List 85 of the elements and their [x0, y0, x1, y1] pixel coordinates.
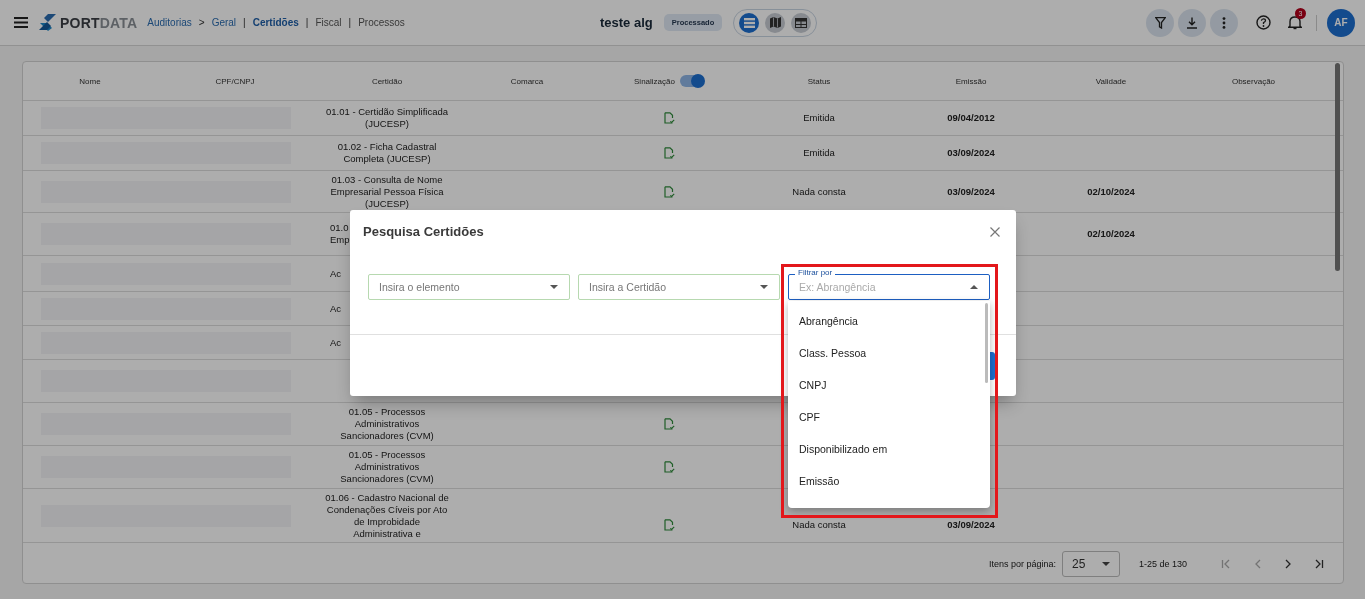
page-size-select[interactable]: 25: [1061, 551, 1120, 577]
user-avatar[interactable]: AF: [1327, 8, 1355, 37]
chevron-right-icon: [1284, 559, 1292, 569]
download-button[interactable]: [1178, 8, 1206, 37]
table-cell: 02/10/2024: [1087, 185, 1135, 198]
page-range: 1-25 de 130: [1138, 559, 1187, 569]
table-cell: 01.01 - Certidão Simplificada (JUCESP): [326, 106, 448, 130]
document-check-icon[interactable]: [663, 461, 675, 473]
column-header: Certidão: [371, 76, 403, 86]
grid-view-button[interactable]: [791, 12, 812, 33]
logo-text: PORTDATA: [60, 14, 138, 31]
document-check-icon[interactable]: [663, 418, 675, 430]
nav-tab[interactable]: Processos: [358, 17, 405, 28]
more-button[interactable]: [1210, 8, 1238, 37]
table-cell: Ac: [330, 336, 342, 349]
breadcrumb-separator: >: [198, 17, 205, 28]
table-cell: 03/09/2024: [947, 185, 995, 198]
table-cell: Emitida: [803, 112, 835, 124]
dropdown-option[interactable]: Disponibilizado em: [788, 433, 990, 465]
document-check-icon[interactable]: [663, 185, 675, 198]
list-icon: [743, 17, 755, 28]
help-icon[interactable]: [1256, 15, 1271, 30]
map-icon: [769, 17, 781, 28]
nav-tab[interactable]: Fiscal: [315, 17, 342, 28]
dropdown-option[interactable]: Emissão: [788, 465, 990, 497]
table-cell: 03/09/2024: [947, 519, 995, 531]
dropdown-option[interactable]: Class. Pessoa: [788, 337, 990, 369]
logo-icon: [38, 13, 57, 32]
nav-tab[interactable]: Certidões: [252, 17, 299, 28]
document-check-icon[interactable]: [663, 519, 675, 531]
first-page-icon: [1221, 559, 1231, 569]
column-header: Observação: [1231, 76, 1276, 86]
filter-icon: [1154, 16, 1166, 29]
table-cell: 03/09/2024: [947, 147, 995, 159]
table-cell: Nada consta: [792, 185, 846, 198]
table-cell: 01.06 - Cadastro Nacional de Condenações Cíveis por Ato de Improbidade Administrativa e: [325, 491, 449, 540]
column-header: Comarca: [510, 76, 544, 86]
document-check-icon[interactable]: [663, 147, 675, 159]
more-icon: [1222, 16, 1226, 29]
chevron-left-icon: [1253, 559, 1261, 569]
column-header: CPF/CNPJ: [215, 76, 255, 86]
table-cell: Ac: [330, 267, 342, 280]
table-cell: Nada consta: [792, 519, 846, 531]
breadcrumb-separator: |: [243, 17, 246, 28]
column-header: Nome: [79, 76, 101, 86]
dropdown-option[interactable]: CPF: [788, 401, 990, 433]
project-title: teste alg: [600, 15, 653, 30]
caret-icon: [1101, 562, 1110, 566]
breadcrumb-separator: |: [348, 17, 352, 28]
column-header: Validade: [1095, 76, 1127, 86]
table-cell: 09/04/2012: [947, 112, 995, 124]
caret-icon: [760, 285, 768, 289]
dropdown-option[interactable]: CNPJ: [788, 369, 990, 401]
document-check-icon[interactable]: [663, 112, 675, 124]
column-header: Status: [807, 76, 831, 86]
table-cell: Emitida: [803, 147, 835, 159]
table-cell: 01.0 Emp: [330, 222, 350, 246]
table-cell: 01.02 - Ficha Cadastral Completa (JUCESP): [337, 141, 437, 165]
scrollbar[interactable]: [985, 303, 988, 383]
bell-icon[interactable]: [1288, 15, 1302, 30]
table-cell: 01.03 - Consulta de Nome Empresarial Pessoa Física (JUCESP): [330, 173, 444, 210]
table-cell: 02/10/2024: [1087, 228, 1135, 240]
column-header: Sinalização: [634, 76, 675, 86]
dropdown-option[interactable]: Abrangência: [788, 305, 990, 337]
breadcrumb-link[interactable]: Auditorias: [147, 17, 192, 28]
table-cell: Ac: [330, 302, 342, 315]
toggle-switch[interactable]: [679, 75, 704, 87]
table-cell: 01.05 - Processos Administrativos Sancionadores (CVM): [340, 406, 434, 442]
table-cell: 01.05 - Processos Administrativos Sancionadores (CVM): [340, 449, 434, 485]
menu-icon[interactable]: [14, 17, 28, 28]
last-page-icon: [1314, 559, 1324, 569]
page-size-label: Itens por página:: [988, 559, 1056, 569]
close-icon[interactable]: [990, 226, 1000, 237]
download-icon: [1186, 16, 1198, 29]
filter-button[interactable]: [1146, 8, 1174, 37]
breadcrumb-separator: |: [305, 17, 309, 28]
table-icon: [795, 17, 808, 28]
caret-icon: [550, 285, 558, 289]
column-header: Emissão: [955, 76, 987, 86]
map-view-button[interactable]: [765, 12, 786, 33]
breadcrumb-link[interactable]: Geral: [211, 17, 237, 28]
scrollbar[interactable]: [1335, 63, 1340, 271]
list-view-button[interactable]: [739, 12, 760, 33]
dialog-title: Pesquisa Certidões: [363, 224, 484, 239]
caret-icon: [970, 285, 978, 289]
